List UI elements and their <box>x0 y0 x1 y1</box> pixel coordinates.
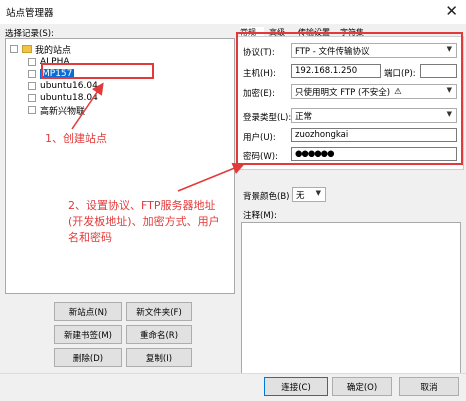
arrow-to-site <box>71 82 104 130</box>
annotation-step2-line3: 名和密码 <box>68 231 112 244</box>
arrow-to-settings <box>177 162 245 192</box>
annotation-step2-line2: (开发板地址)、加密方式、用户 <box>68 215 220 228</box>
annotation-step2-line1: 2、设置协议、FTP服务器地址 <box>68 199 216 212</box>
annotation-step1: 1、创建站点 <box>45 132 107 145</box>
